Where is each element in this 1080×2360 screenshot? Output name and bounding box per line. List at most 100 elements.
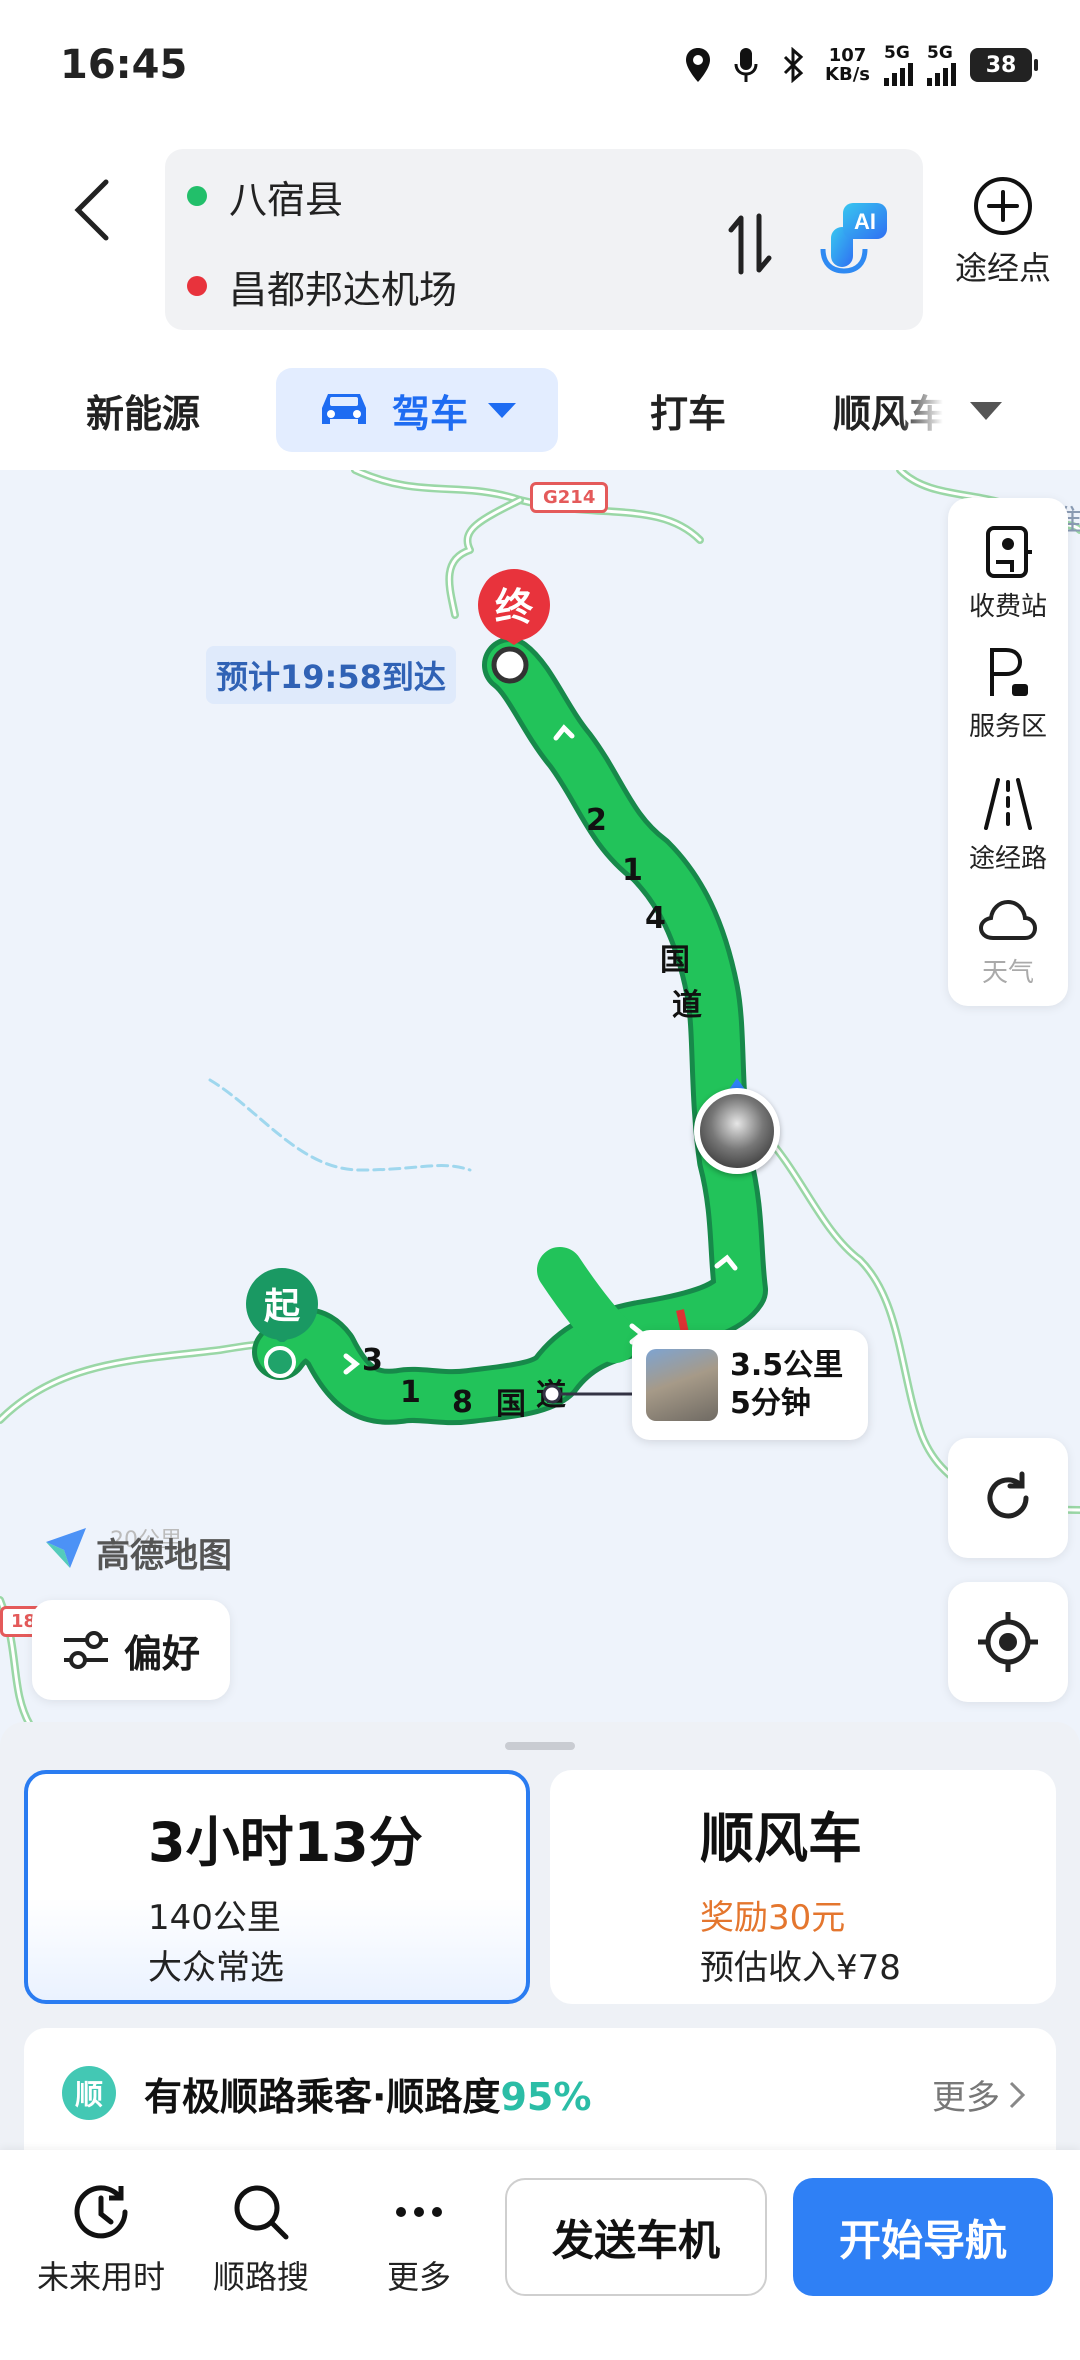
tool-toll-station[interactable]: 收费站 bbox=[948, 524, 1068, 623]
sheet-handle[interactable] bbox=[505, 1742, 575, 1750]
tool-toll-label: 收费站 bbox=[968, 592, 1047, 622]
bottom-action-bar: 未来用时 顺路搜 更多 发送车机 开始导航 bbox=[0, 2150, 1080, 2360]
route-road-1-char: 1 bbox=[622, 853, 643, 888]
route-option-carpool[interactable]: 顺风车 奖励30元 预估收入¥78 bbox=[550, 1770, 1056, 2004]
swap-button[interactable] bbox=[720, 209, 780, 279]
route-road-1-char: 道 bbox=[672, 988, 702, 1023]
tab-drive-label: 驾车 bbox=[392, 391, 469, 436]
brand-text: 高德地图 bbox=[96, 1536, 232, 1576]
net-speed-unit: KB/s bbox=[825, 64, 870, 85]
location-icon bbox=[681, 45, 715, 85]
net-speed-value: 107 bbox=[828, 45, 867, 66]
destination-field[interactable]: 昌都邦达机场 bbox=[187, 251, 457, 321]
start-marker-label: 起 bbox=[264, 1286, 301, 1327]
match-more-link[interactable]: 更多 bbox=[932, 2070, 1026, 2119]
destination-dot-icon bbox=[187, 276, 207, 296]
tool-service-area[interactable]: 服务区 bbox=[948, 644, 1068, 743]
destination-text: 昌都邦达机场 bbox=[229, 267, 458, 312]
add-waypoint-button[interactable]: 途经点 bbox=[938, 175, 1068, 295]
service-area-icon bbox=[990, 648, 1028, 696]
route-option-selected[interactable]: 3小时13分 140公里 大众常选 bbox=[24, 1770, 530, 2004]
route-road-1-char: 4 bbox=[645, 901, 666, 936]
end-marker-label: 终 bbox=[495, 585, 534, 629]
sim1-label: 5G bbox=[884, 43, 910, 63]
sliders-icon bbox=[63, 1631, 108, 1669]
bluetooth-icon bbox=[777, 45, 811, 85]
tool-weather-label: 天气 bbox=[981, 958, 1034, 988]
locate-button[interactable] bbox=[948, 1582, 1068, 1702]
tab-taxi[interactable]: 打车 bbox=[650, 380, 726, 440]
map-view[interactable]: 2 1 4 国 道 3 1 8 国 道 终 起 bbox=[0, 470, 1080, 1725]
route-road-2-char: 3 bbox=[362, 1343, 383, 1378]
more-button[interactable]: 更多 bbox=[334, 2180, 504, 2298]
carpool-reward: 奖励30元 bbox=[700, 1898, 846, 1938]
toll-station-icon bbox=[986, 526, 1032, 578]
refresh-button[interactable] bbox=[948, 1438, 1068, 1558]
net-speed: 107 KB/s bbox=[825, 46, 870, 84]
more-label: 更多 bbox=[386, 2258, 451, 2296]
status-bar: 16:45 107 KB/s 5G 5G 38 bbox=[0, 0, 1080, 135]
ellipsis-icon bbox=[396, 2207, 442, 2217]
search-along-button[interactable]: 顺路搜 bbox=[176, 2180, 346, 2298]
signal-bars-icon bbox=[927, 62, 956, 86]
route-road-2-char: 国 bbox=[496, 1387, 526, 1422]
preference-label: 偏好 bbox=[123, 1631, 200, 1676]
ai-voice-button[interactable]: AI bbox=[815, 201, 895, 287]
segment-info-card[interactable]: 3.5公里 5分钟 bbox=[632, 1330, 868, 1440]
route-road-2-char: 8 bbox=[452, 1385, 473, 1420]
waypoint-label: 途经点 bbox=[954, 249, 1051, 287]
match-text: 有极顺路乘客·顺路度95% bbox=[144, 2066, 591, 2121]
route-tag: 大众常选 bbox=[148, 1948, 284, 1988]
segment-distance: 3.5公里 bbox=[730, 1348, 844, 1383]
signal-1: 5G bbox=[884, 44, 913, 86]
search-along-label: 顺路搜 bbox=[212, 2258, 309, 2296]
carpool-income: 预估收入¥78 bbox=[700, 1948, 901, 1988]
back-button[interactable] bbox=[62, 165, 122, 255]
road-chip-g214: G214 bbox=[530, 482, 609, 513]
ai-mic-icon: AI bbox=[820, 203, 887, 274]
tool-road-label: 途经路 bbox=[968, 844, 1047, 874]
carpool-badge-icon: 顺 bbox=[62, 2066, 116, 2120]
road-icon bbox=[984, 778, 1032, 830]
map-brand: 高德地图 bbox=[44, 1528, 232, 1577]
segment-time: 5分钟 bbox=[730, 1386, 811, 1421]
ai-label: AI bbox=[854, 209, 876, 234]
route-distance: 140公里 bbox=[148, 1898, 281, 1938]
origin-field[interactable]: 八宿县 bbox=[187, 161, 343, 231]
match-percent: 95% bbox=[500, 2075, 592, 2119]
origin-text: 八宿县 bbox=[229, 177, 344, 222]
dropdown-triangle-icon bbox=[488, 403, 517, 418]
tab-new-energy[interactable]: 新能源 bbox=[86, 380, 200, 440]
travel-mode-tabs: 新能源 驾车 打车 顺风车 bbox=[0, 360, 1080, 460]
tool-weather[interactable]: 天气 bbox=[948, 898, 1068, 989]
modes-expand-button[interactable] bbox=[962, 390, 1010, 430]
clock-icon bbox=[74, 2185, 128, 2239]
signal-bars-icon bbox=[884, 62, 913, 86]
tab-drive[interactable]: 驾车 bbox=[276, 368, 559, 452]
send-to-car-button[interactable]: 发送车机 bbox=[505, 2178, 767, 2296]
origin-dot-icon bbox=[187, 186, 207, 206]
carpool-match-card[interactable]: 顺 有极顺路乘客·顺路度95% 更多 bbox=[24, 2028, 1056, 2168]
start-navigation-button[interactable]: 开始导航 bbox=[793, 2178, 1053, 2296]
tool-road[interactable]: 途经路 bbox=[948, 776, 1068, 875]
future-time-button[interactable]: 未来用时 bbox=[16, 2180, 186, 2298]
battery-indicator: 38 bbox=[970, 48, 1038, 82]
status-time: 16:45 bbox=[60, 42, 188, 88]
preference-button[interactable]: 偏好 bbox=[32, 1600, 230, 1700]
cloud-icon bbox=[979, 899, 1037, 940]
tab-carpool[interactable]: 顺风车 bbox=[833, 380, 943, 440]
car-icon bbox=[322, 394, 366, 424]
route-fields: 八宿县 昌都邦达机场 AI bbox=[165, 149, 923, 330]
search-icon bbox=[234, 2185, 289, 2240]
tool-service-label: 服务区 bbox=[968, 712, 1047, 742]
plus-circle-icon bbox=[974, 177, 1032, 235]
user-avatar[interactable] bbox=[694, 1088, 780, 1174]
route-road-2-char: 1 bbox=[400, 1375, 421, 1410]
match-more-label: 更多 bbox=[932, 2078, 1000, 2118]
route-header: 八宿县 昌都邦达机场 AI 途经点 新能源 驾车 打车 顺风车 bbox=[0, 135, 1080, 470]
signal-2: 5G bbox=[927, 44, 956, 86]
route-road-1-char: 2 bbox=[586, 803, 607, 838]
route-duration: 3小时13分 bbox=[148, 1811, 423, 1874]
refresh-icon bbox=[987, 1471, 1029, 1519]
eta-label: 预计19:58到达 bbox=[206, 646, 456, 704]
